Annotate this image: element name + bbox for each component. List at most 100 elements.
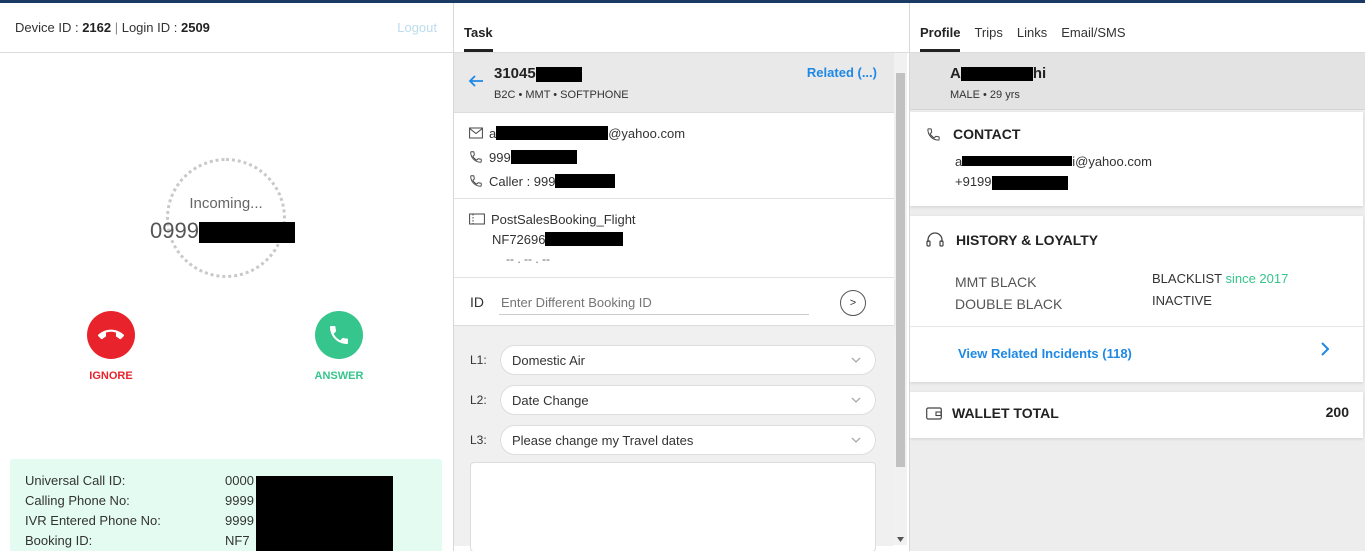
task-tabs: Task <box>454 3 909 53</box>
scrollbar-thumb[interactable] <box>896 73 905 467</box>
profile-header: Ahi MALE • 29 yrs <box>910 53 1365 110</box>
wallet-card: WALLET TOTAL 200 <box>910 392 1363 438</box>
id-label: ID <box>470 294 484 310</box>
tab-email-sms[interactable]: Email/SMS <box>1061 25 1125 52</box>
contact-phone: +9199 <box>955 174 1068 190</box>
customer-demographics: MALE • 29 yrs <box>950 89 1020 101</box>
l1-row: L1: Domestic Air <box>454 340 894 380</box>
loyalty-grid: MMT BLACK BLACKLIST since 2017 DOUBLE BL… <box>955 271 1355 318</box>
ticket-icon <box>469 213 485 225</box>
task-booking-section: PostSalesBooking_Flight NF72696 -- . -- … <box>454 199 894 278</box>
task-channel: B2C • MMT • SOFTPHONE <box>494 89 629 101</box>
phone-visible: 999 <box>489 149 511 165</box>
booking-id-input[interactable] <box>499 291 809 315</box>
call-panel-header: Device ID : 2162 | Login ID : 2509 Logou… <box>0 3 453 53</box>
l3-row: L3: Please change my Travel dates <box>454 420 894 460</box>
booking-id-go-button[interactable]: > <box>840 290 866 316</box>
l1-select[interactable]: Domestic Air <box>500 345 876 375</box>
phone-outline-icon <box>470 151 482 163</box>
info-value: 9999 <box>225 513 254 528</box>
back-arrow-icon[interactable] <box>468 73 484 89</box>
related-link[interactable]: Related (...) <box>807 65 877 80</box>
redacted-block <box>496 126 609 140</box>
phone-outline-icon <box>470 175 482 187</box>
l2-select[interactable]: Date Change <box>500 385 876 415</box>
loyalty-tier: DOUBLE BLACK <box>955 296 1063 312</box>
headset-icon <box>926 232 944 247</box>
view-related-incidents-link[interactable]: View Related Incidents (118) <box>958 346 1132 361</box>
redacted-block <box>545 232 624 246</box>
task-scrollbar[interactable] <box>894 53 907 545</box>
chevron-right-icon[interactable] <box>1320 342 1330 356</box>
l3-select[interactable]: Please change my Travel dates <box>500 425 876 455</box>
redacted-block <box>555 174 616 188</box>
info-key: Universal Call ID: <box>25 473 126 488</box>
booking-id-search: ID > <box>454 278 894 326</box>
task-caller-row: Caller : 999 <box>469 169 894 193</box>
separator: | <box>111 20 122 35</box>
answer-button[interactable] <box>315 311 363 359</box>
login-id-label: Login ID : <box>121 20 181 35</box>
ignore-label: IGNORE <box>89 370 133 382</box>
contact-email-suffix: i@yahoo.com <box>1072 154 1152 169</box>
task-id-visible: 31045 <box>494 65 536 82</box>
task-contact-section: a @yahoo.com 999 Caller : 999 <box>454 113 894 199</box>
incoming-number: 0999 <box>150 218 295 244</box>
wallet-icon <box>926 406 942 420</box>
redacted-block <box>991 175 1068 190</box>
l3-label: L3: <box>470 433 487 447</box>
redacted-block <box>256 476 393 551</box>
l2-row: L2: Date Change <box>454 380 894 420</box>
category-section: L1: Domestic Air L2: Date Change L3: Ple… <box>454 326 894 551</box>
chevron-down-icon <box>851 397 861 403</box>
l3-value: Please change my Travel dates <box>512 432 694 448</box>
loyalty-status-text: BLACKLIST <box>1152 271 1222 286</box>
phone-icon <box>330 326 348 344</box>
redacted-block <box>960 67 1033 82</box>
tab-trips[interactable]: Trips <box>974 25 1002 52</box>
booking-ref: NF72696 <box>492 231 546 247</box>
name-end: hi <box>1032 65 1047 82</box>
info-value: NF7 <box>225 533 250 548</box>
task-email-row: a @yahoo.com <box>469 121 894 145</box>
loyalty-status: INACTIVE <box>1152 293 1212 308</box>
ignore-button[interactable] <box>87 311 135 359</box>
info-value: 9999 <box>225 493 254 508</box>
wallet-value: 200 <box>1325 404 1349 420</box>
booking-type-row: PostSalesBooking_Flight <box>469 209 894 229</box>
booking-ref-row: NF72696 <box>469 229 894 249</box>
call-panel: Device ID : 2162 | Login ID : 2509 Logou… <box>0 3 454 551</box>
profile-tabs: Profile Trips Links Email/SMS <box>910 3 1365 53</box>
redacted-block <box>962 155 1073 166</box>
divider <box>910 326 1363 327</box>
redacted-block <box>535 66 582 82</box>
logout-link[interactable]: Logout <box>397 20 437 35</box>
chevron-down-icon <box>851 357 861 363</box>
device-id-value: 2162 <box>82 20 112 35</box>
incoming-number-visible: 0999 <box>150 218 199 243</box>
history-title-row: HISTORY & LOYALTY <box>926 232 1098 248</box>
wallet-title: WALLET TOTAL <box>952 405 1059 421</box>
tab-profile[interactable]: Profile <box>920 25 961 52</box>
l2-value: Date Change <box>512 392 589 408</box>
tab-links[interactable]: Links <box>1017 25 1047 52</box>
notes-textarea[interactable] <box>470 462 876 551</box>
booking-date: -- . -- . -- <box>506 252 550 266</box>
scroll-down-arrow-icon[interactable] <box>897 537 904 542</box>
loyalty-row: DOUBLE BLACK INACTIVE <box>955 293 1355 318</box>
call-info-box: Universal Call ID: 0000 Calling Phone No:… <box>10 459 442 551</box>
answer-label: ANSWER <box>314 370 364 382</box>
l2-label: L2: <box>470 393 487 407</box>
booking-type: PostSalesBooking_Flight <box>491 211 636 227</box>
chevron-down-icon <box>851 437 861 443</box>
contact-title-row: CONTACT <box>926 126 1020 142</box>
tab-task[interactable]: Task <box>464 25 493 52</box>
history-loyalty-card: HISTORY & LOYALTY MMT BLACK BLACKLIST si… <box>910 216 1363 382</box>
l1-value: Domestic Air <box>512 352 585 368</box>
name-start: A <box>950 65 961 82</box>
device-login-info: Device ID : 2162 | Login ID : 2509 <box>15 20 210 35</box>
email-suffix: @yahoo.com <box>608 125 686 141</box>
customer-name: Ahi <box>950 65 1046 82</box>
login-id-value: 2509 <box>180 20 210 35</box>
incoming-label: Incoming... <box>189 195 263 212</box>
